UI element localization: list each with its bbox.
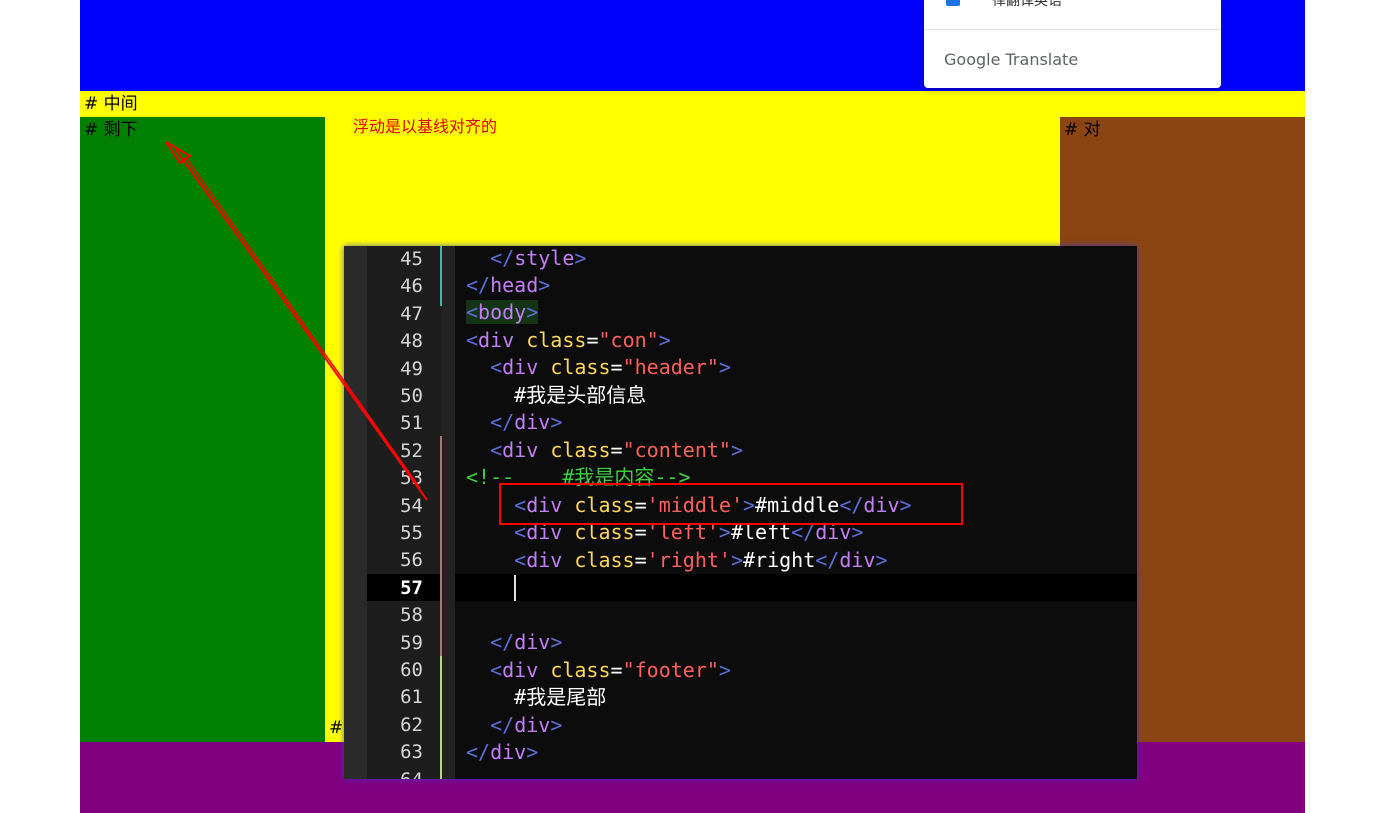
current-line-highlight bbox=[455, 574, 1137, 601]
code-line-49[interactable]: <div class="header"> bbox=[466, 354, 731, 381]
google-translate-logo: Google Translate bbox=[944, 50, 1079, 69]
change-indicator bbox=[440, 246, 442, 306]
line-number: 48 bbox=[400, 330, 423, 353]
code-line-52[interactable]: <div class="content"> bbox=[466, 437, 743, 464]
code-line-60[interactable]: <div class="footer"> bbox=[466, 657, 731, 684]
line-number: 55 bbox=[400, 522, 423, 544]
line-number: 51 bbox=[400, 412, 423, 435]
line-number: 45 bbox=[400, 248, 423, 270]
always-translate-checkbox[interactable] bbox=[946, 0, 960, 6]
code-line-59[interactable]: </div> bbox=[466, 629, 562, 656]
line-number: 49 bbox=[400, 357, 423, 380]
code-line-61[interactable]: #我是尾部 bbox=[466, 684, 606, 711]
middle-label: # 中间 bbox=[84, 94, 138, 114]
left-label: # 剩下 bbox=[84, 120, 138, 140]
popup-divider bbox=[924, 29, 1221, 30]
code-line-62[interactable]: </div> bbox=[466, 712, 562, 739]
highlight-box bbox=[499, 483, 963, 525]
code-line-48[interactable]: <div class="con"> bbox=[466, 327, 671, 354]
line-number: 62 bbox=[400, 713, 423, 736]
line-number: 52 bbox=[400, 439, 423, 462]
line-number: 63 bbox=[400, 741, 423, 764]
line-number: 46 bbox=[400, 275, 423, 298]
change-indicator bbox=[440, 656, 442, 779]
line-number: 58 bbox=[400, 604, 423, 627]
code-line-45[interactable]: </style> bbox=[466, 245, 586, 272]
code-line-51[interactable]: </div> bbox=[466, 409, 562, 436]
line-number: 61 bbox=[400, 686, 423, 709]
text-cursor bbox=[514, 575, 516, 601]
annotation-note: 浮动是以基线对齐的 bbox=[353, 117, 498, 136]
code-line-46[interactable]: </head> bbox=[466, 272, 550, 299]
code-line-56[interactable]: <div class='right'>#right</div> bbox=[466, 547, 887, 574]
line-number: 47 bbox=[400, 302, 423, 325]
line-number: 59 bbox=[400, 631, 423, 654]
right-label: # 对 bbox=[1064, 120, 1101, 140]
line-number: 50 bbox=[400, 385, 423, 407]
always-translate-label[interactable]: 一律翻译英语 bbox=[978, 0, 1062, 10]
code-line-50[interactable]: #我是头部信息 bbox=[466, 382, 646, 409]
change-indicator bbox=[440, 436, 442, 656]
fold-strip bbox=[441, 246, 455, 779]
left-block bbox=[80, 117, 325, 742]
partial-label: # bbox=[329, 718, 344, 738]
line-number: 56 bbox=[400, 549, 423, 572]
line-number: 64 bbox=[367, 769, 423, 779]
line-number: 54 bbox=[400, 494, 423, 517]
translate-popup: 一律翻译英语 Google Translate bbox=[924, 0, 1221, 88]
code-line-47[interactable]: <body> bbox=[466, 299, 539, 326]
line-number: 60 bbox=[400, 659, 423, 681]
editor-gutter bbox=[344, 246, 367, 779]
line-number: 53 bbox=[400, 467, 423, 490]
line-number: 57 bbox=[400, 576, 423, 599]
code-line-63[interactable]: </div> bbox=[466, 739, 538, 766]
